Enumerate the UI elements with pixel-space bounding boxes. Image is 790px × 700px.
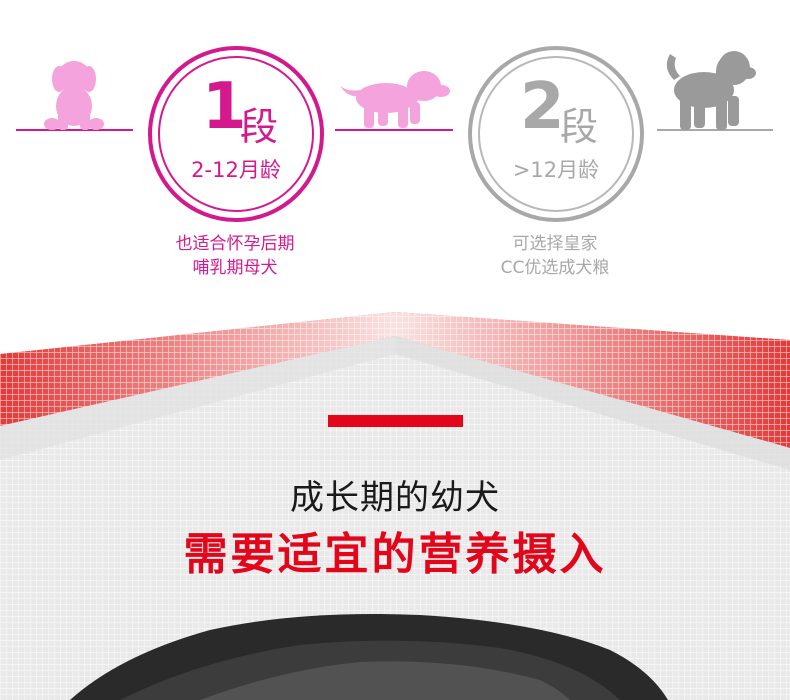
stage-2-note-line1: 可选择皇家 [512,234,598,254]
stage-1-note: 也适合怀孕后期 哺乳期母犬 [140,232,330,280]
stage-section: 1 段 2-12月龄 2 段 >12月龄 也适合怀孕后期 哺乳期母犬 可选择皇家… [0,0,790,310]
stage-1-note-line1: 也适合怀孕后期 [175,234,295,254]
stage-1-note-line2: 哺乳期母犬 [192,258,278,278]
stage-2-note-line2: CC优选成犬粮 [500,258,610,278]
stage-2-note: 可选择皇家 CC优选成犬粮 [460,232,650,280]
sitting-puppy-icon [44,61,104,130]
headline-line1: 成长期的幼犬 [290,478,500,518]
stage-1-age: 2-12月龄 [191,158,281,182]
running-puppy-icon [340,71,450,128]
stage-2-word: 段 [560,105,599,149]
stage-1-badge: 1 段 2-12月龄 [148,46,324,222]
accent-bar [328,415,463,427]
stage-2-badge: 2 段 >12月龄 [468,46,644,222]
stage-2-number: 2 [520,70,565,144]
adult-dog-icon [666,51,756,130]
stage-1-word: 段 [240,105,279,149]
stage-2-age: >12月龄 [512,158,600,182]
headline-line2: 需要适宜的营养摄入 [183,529,607,580]
